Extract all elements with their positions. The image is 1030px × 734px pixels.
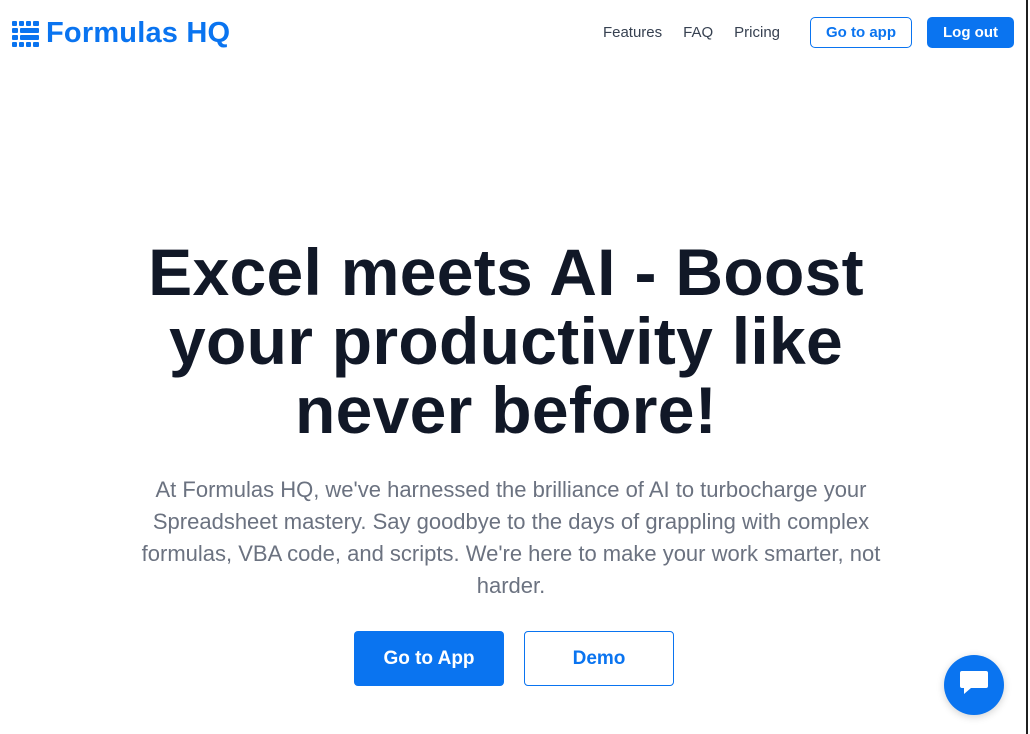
log-out-button[interactable]: Log out <box>927 17 1014 48</box>
go-to-app-cta-button[interactable]: Go to App <box>354 631 504 686</box>
nav-link-faq[interactable]: FAQ <box>683 24 713 41</box>
chat-widget-button[interactable] <box>944 655 1004 715</box>
go-to-app-button[interactable]: Go to app <box>810 17 913 48</box>
demo-button[interactable]: Demo <box>524 631 674 686</box>
nav-link-pricing[interactable]: Pricing <box>734 24 780 41</box>
top-nav: Features FAQ Pricing Go to app Log out <box>603 17 1014 48</box>
page-frame: Formulas HQ Features FAQ Pricing Go to a… <box>0 0 1028 734</box>
brand-logo[interactable]: Formulas HQ <box>12 17 230 50</box>
hero-title: Excel meets AI - Boost your productivity… <box>148 235 864 447</box>
chat-bubble-icon <box>959 669 989 702</box>
spreadsheet-grid-icon <box>12 20 40 47</box>
brand-name: Formulas HQ <box>46 17 231 49</box>
nav-link-features[interactable]: Features <box>603 24 662 41</box>
hero-subtitle: At Formulas HQ, we've harnessed the bril… <box>141 477 881 598</box>
